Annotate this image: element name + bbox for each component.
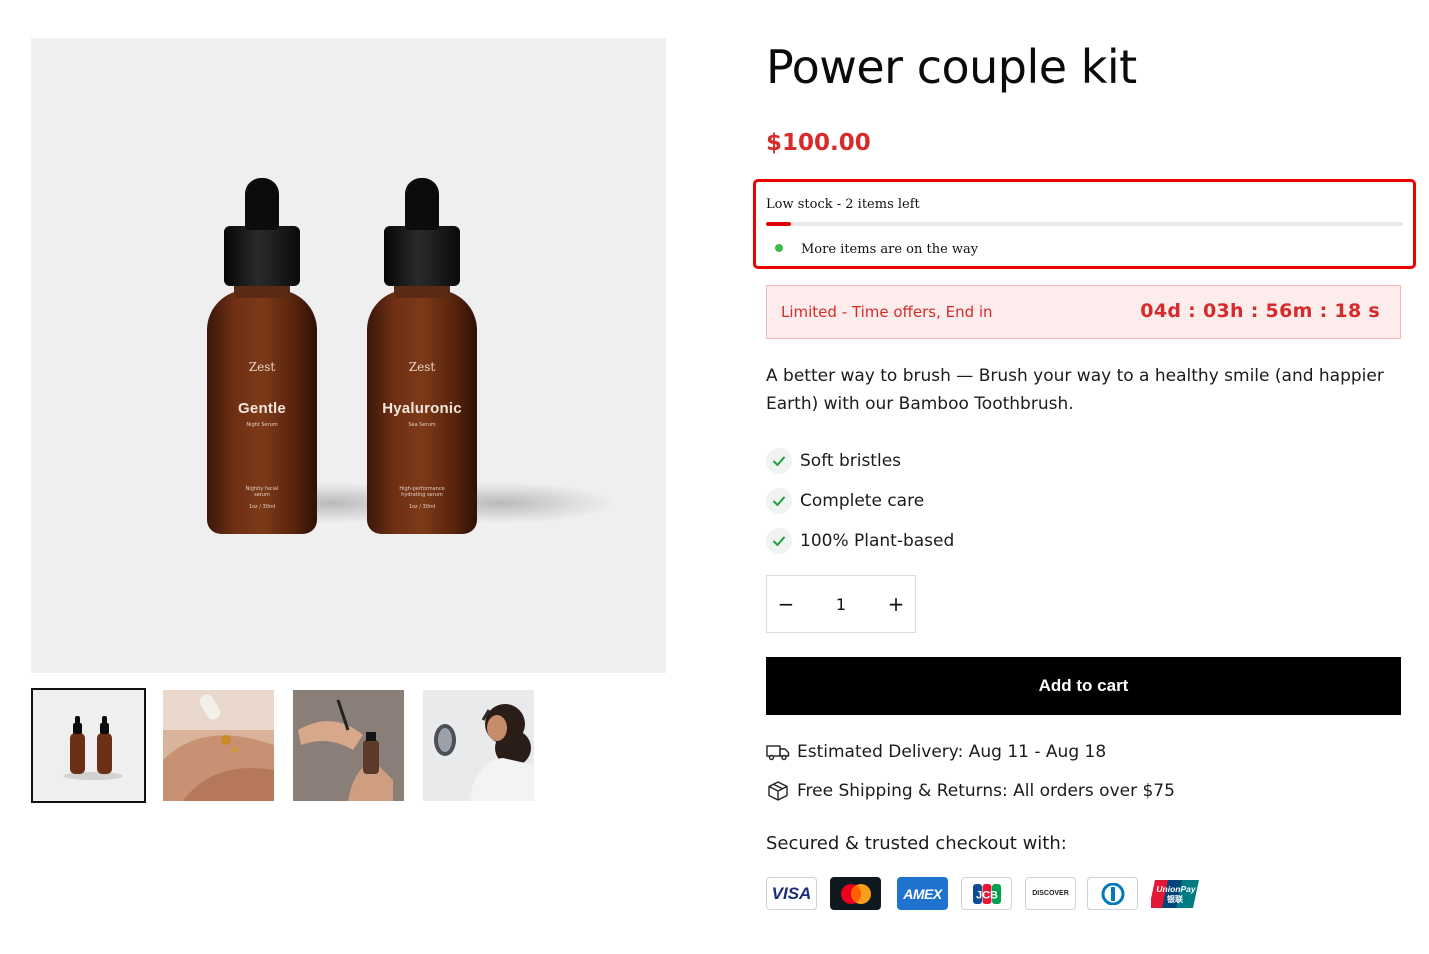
check-icon [766, 448, 792, 474]
stock-progress-bar [766, 222, 1403, 226]
thumbnail-hands-bottle[interactable] [293, 690, 404, 801]
offer-label: Limited - Time offers, End in [781, 303, 993, 321]
feature-item: 100% Plant-based [766, 521, 954, 561]
feature-item: Soft bristles [766, 441, 954, 481]
bottle-name: Hyaluronic [382, 400, 462, 417]
feature-label: Complete care [800, 491, 925, 511]
mastercard-icon [830, 877, 881, 910]
product-title: Power couple kit [766, 40, 1137, 94]
product-bottle-gentle: Zest Gentle Night Serum Nightly facial s… [207, 178, 317, 538]
countdown-timer: 04d : 03h : 56m : 18 s [1140, 300, 1380, 322]
unionpay-icon: UnionPay 银联 [1150, 877, 1201, 910]
low-stock-text: Low stock - 2 items left [766, 197, 920, 212]
decrease-quantity-button[interactable]: − [767, 576, 805, 632]
product-price: $100.00 [766, 130, 871, 156]
product-bottle-hyaluronic: Zest Hyaluronic Sea Serum High-performan… [367, 178, 477, 538]
bottle-footer: Nightly facial serum 1oz / 30ml [245, 486, 279, 510]
delivery-estimate: Estimated Delivery: Aug 11 - Aug 18 [766, 740, 1106, 764]
bottle-name: Gentle [238, 400, 286, 417]
stock-progress-fill [766, 222, 792, 226]
thumbnail-woman-applying[interactable] [423, 690, 534, 801]
quantity-input[interactable]: 1 [805, 595, 877, 614]
svg-text:银联: 银联 [1166, 894, 1183, 904]
delivery-text: Estimated Delivery: Aug 11 - Aug 18 [797, 742, 1107, 762]
check-icon [766, 528, 792, 554]
bottle-subtitle: Sea Serum [408, 422, 436, 428]
status-dot-icon [775, 244, 783, 252]
bottle-footer: High-performance hydrating serum 1oz / 3… [399, 486, 445, 510]
limited-offer-banner: Limited - Time offers, End in 04d : 03h … [766, 285, 1401, 339]
shipping-returns: Free Shipping & Returns: All orders over… [766, 779, 1175, 803]
product-description: A better way to brush — Brush your way t… [766, 366, 1384, 414]
bottle-brand: Zest [408, 360, 436, 374]
visa-icon: VISA [766, 877, 817, 910]
feature-list: Soft bristles Complete care 100% Plant-b… [766, 441, 954, 561]
main-product-image[interactable]: Zest Gentle Night Serum Nightly facial s… [31, 38, 666, 673]
svg-text:JCB: JCB [975, 889, 997, 901]
thumbnail-dropper-skin[interactable] [163, 690, 274, 801]
low-stock-panel: Low stock - 2 items left More items are … [753, 179, 1416, 269]
shipping-text: Free Shipping & Returns: All orders over… [797, 781, 1175, 801]
svg-text:UnionPay: UnionPay [1156, 884, 1196, 894]
add-to-cart-button[interactable]: Add to cart [766, 657, 1401, 715]
restock-text: More items are on the way [801, 242, 979, 257]
bottle-subtitle: Night Serum [246, 422, 278, 428]
check-icon [766, 488, 792, 514]
discover-icon: DISCOVER [1025, 877, 1076, 910]
diners-club-icon [1087, 877, 1138, 910]
package-icon [766, 779, 790, 803]
feature-label: Soft bristles [800, 451, 902, 471]
feature-label: 100% Plant-based [800, 531, 955, 551]
bottle-brand: Zest [248, 360, 276, 374]
increase-quantity-button[interactable]: + [877, 576, 915, 632]
jcb-icon: JCB [961, 877, 1012, 910]
thumbnail-bottles[interactable] [31, 688, 146, 803]
secure-checkout-heading: Secured & trusted checkout with: [766, 833, 1067, 854]
truck-icon [766, 740, 790, 764]
amex-icon: AMEX [897, 877, 948, 910]
feature-item: Complete care [766, 481, 954, 521]
quantity-stepper: − 1 + [766, 575, 916, 633]
